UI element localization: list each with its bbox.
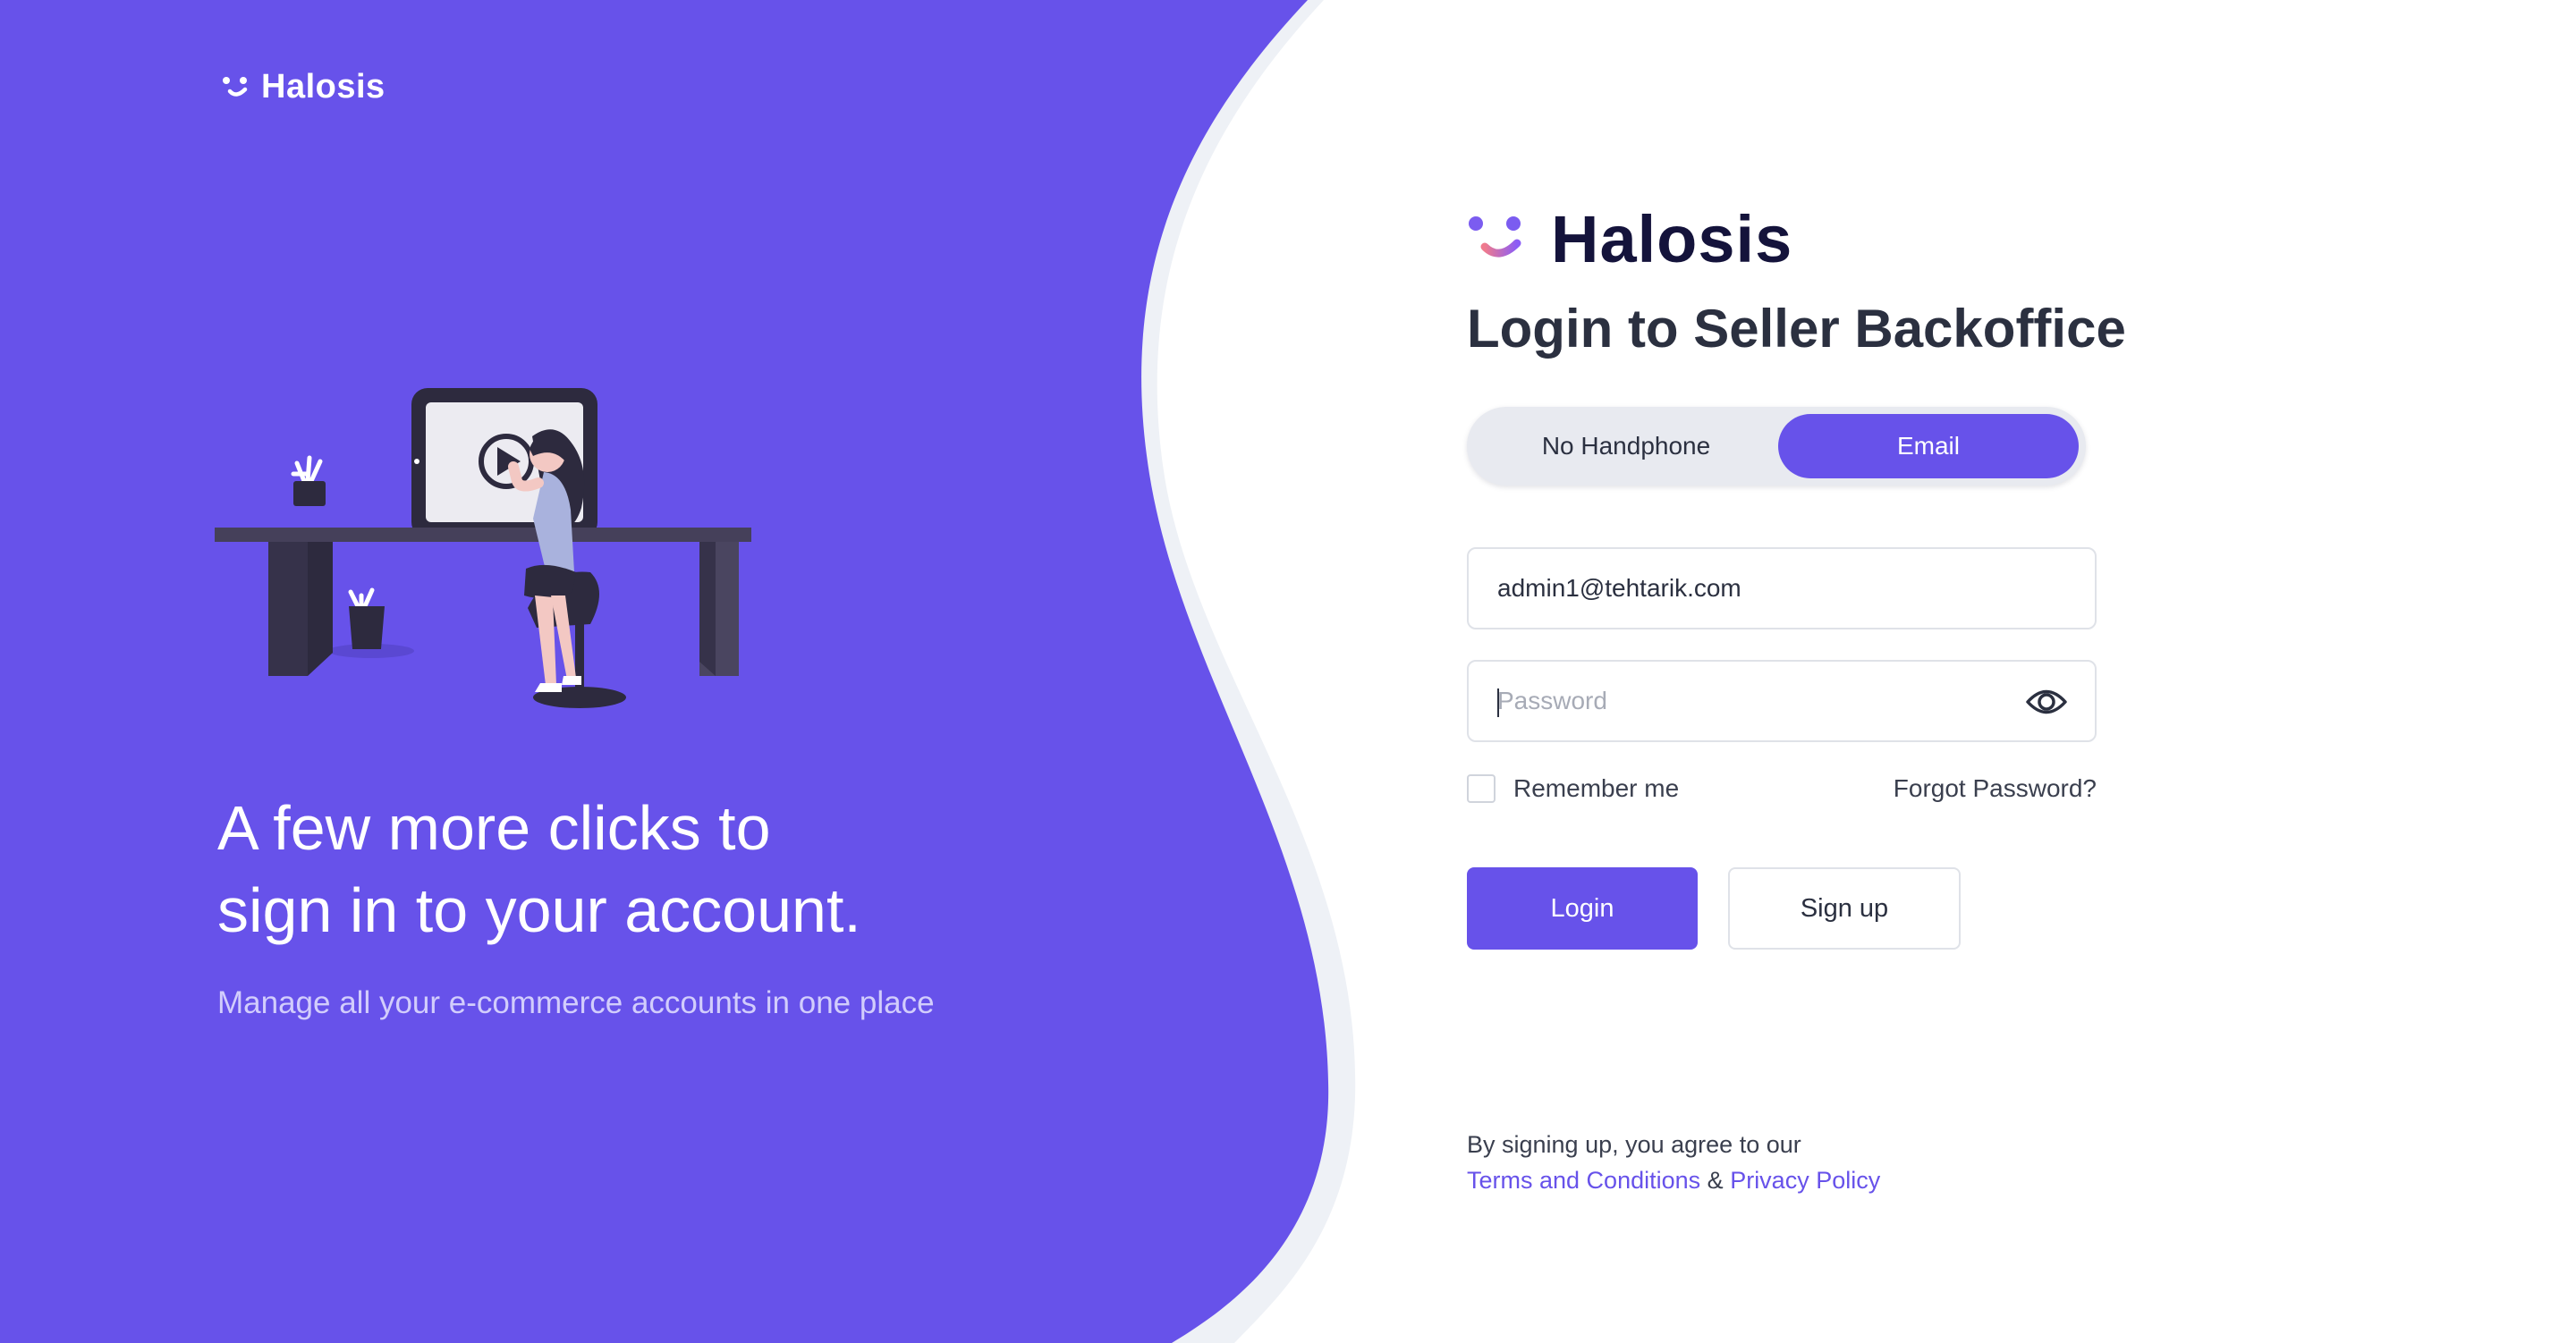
smile-logo-icon: [1469, 215, 1521, 257]
terms-agreement: By signing up, you agree to our Terms an…: [1467, 1127, 1880, 1198]
login-method-toggle: No Handphone Email: [1467, 407, 2086, 486]
ampersand: &: [1707, 1167, 1724, 1194]
brand-logo-small: Halosis: [222, 68, 386, 106]
smile-logo-icon: [223, 76, 248, 97]
password-field: [1467, 660, 2097, 742]
woman-at-desk-illustration: [215, 388, 751, 708]
eye-icon[interactable]: [2025, 683, 2068, 721]
brand-name-small: Halosis: [261, 68, 386, 106]
agree-text: By signing up, you agree to our: [1467, 1131, 1801, 1158]
email-input[interactable]: [1497, 549, 2016, 628]
terms-link[interactable]: Terms and Conditions: [1467, 1167, 1700, 1194]
hero-headline-line2: sign in to your account.: [217, 875, 861, 945]
login-button[interactable]: Login: [1467, 867, 1698, 950]
hero-headline-line1: A few more clicks to: [217, 793, 771, 863]
hero-headline: A few more clicks to sign in to your acc…: [217, 787, 1022, 951]
tab-email[interactable]: Email: [1778, 414, 2079, 478]
hero-subtitle: Manage all your e-commerce accounts in o…: [217, 985, 935, 1020]
remember-me: Remember me: [1467, 774, 1679, 803]
login-title: Login to Seller Backoffice: [1467, 299, 2126, 359]
forgot-password-link[interactable]: Forgot Password?: [1891, 774, 2097, 803]
tab-no-handphone[interactable]: No Handphone: [1474, 414, 1778, 478]
agree-links: Terms and Conditions & Privacy Policy: [1467, 1162, 1880, 1198]
brand-name-large: Halosis: [1551, 202, 1793, 276]
privacy-link[interactable]: Privacy Policy: [1730, 1167, 1880, 1194]
email-field: [1467, 547, 2097, 629]
password-input[interactable]: [1497, 662, 2016, 740]
remember-me-checkbox[interactable]: [1467, 774, 1496, 803]
brand-logo-large: Halosis: [1467, 201, 1792, 277]
signup-button[interactable]: Sign up: [1728, 867, 1961, 950]
text-caret: [1497, 688, 1499, 717]
remember-me-label: Remember me: [1513, 774, 1680, 802]
